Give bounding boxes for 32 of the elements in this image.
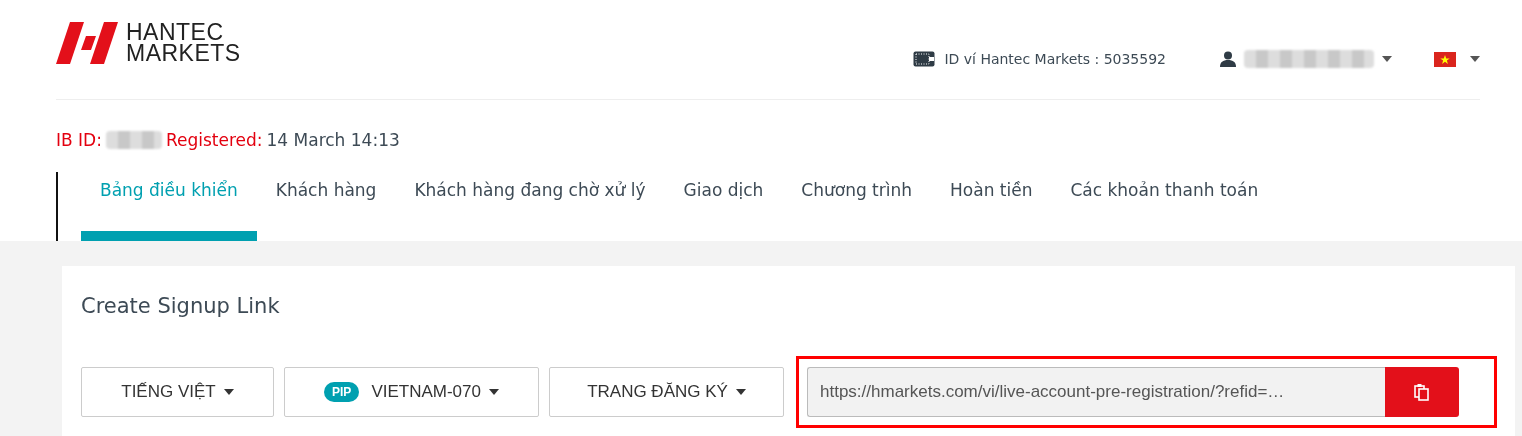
ib-id-label: IB ID: [56,130,102,150]
caret-icon [1382,56,1392,62]
flag-icon[interactable] [1434,51,1456,67]
logo-text: MARKETS [126,43,241,64]
nav-tab[interactable]: Khách hàng [256,172,396,241]
card-title: Create Signup Link [81,294,281,318]
link-field[interactable]: https://hmarkets.com/vi/live-account-pre-registration/?refid=… [807,367,1385,417]
caret-icon [223,389,234,395]
dropdown-value: TIẾNG VIỆT [121,382,216,402]
logo-text: HANTEC [126,22,224,43]
dropdown[interactable]: PIP VIETNAM-070 [284,367,539,417]
dropdown-value: VIETNAM-070 [371,382,481,402]
registered-date: 14 March 14:13 [266,130,400,150]
nav-tab[interactable]: Hoàn tiền [931,172,1052,241]
dropdown-value: TRANG ĐĂNG KÝ [587,382,728,402]
copy-icon [1413,383,1431,401]
nav-tab[interactable]: Chương trình [782,172,932,241]
wallet-icon [913,51,936,67]
user-icon[interactable] [1220,51,1236,67]
dropdown[interactable]: TRANG ĐĂNG KÝ [549,367,784,417]
copy-button[interactable] [1385,367,1459,417]
caret-icon [1470,56,1480,62]
nav-tab[interactable]: Giao dịch [664,172,783,241]
nav-tab[interactable]: Khách hàng đang chờ xử lý [395,172,665,241]
dropdown[interactable]: TIẾNG VIỆT [81,367,274,417]
nav-tab[interactable]: Các khoản thanh toán [1051,172,1278,241]
registered-label: Registered: [165,130,263,150]
caret-icon [488,389,499,395]
logo-icon [56,22,118,64]
pip-badge: PIP [324,382,360,402]
caret-icon [735,389,746,395]
wallet-id-text: ID ví Hantec Markets : 5035592 [944,51,1166,67]
